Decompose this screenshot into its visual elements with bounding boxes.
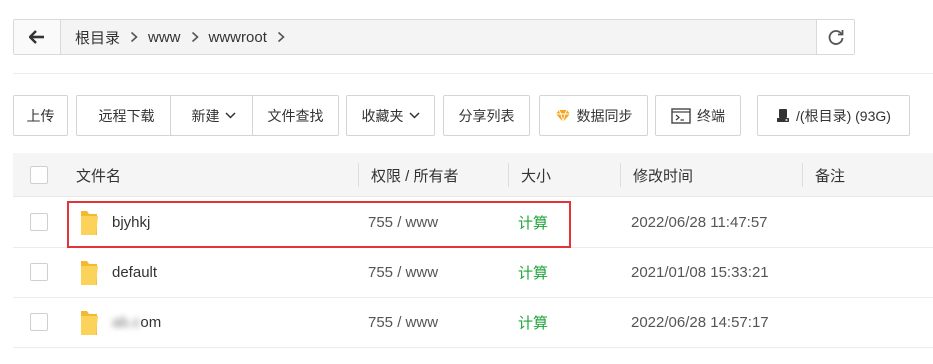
modified-time: 2021/01/08 15:33:21 [631, 264, 769, 281]
header-filename[interactable]: 文件名 [76, 153, 121, 197]
header-size[interactable]: 大小 [521, 153, 551, 197]
size-calc-link[interactable]: 计算 [518, 248, 548, 297]
disk-button[interactable]: /(根目录) (93G) [757, 95, 910, 136]
file-name-cell[interactable]: default [78, 248, 157, 297]
remote-download-button[interactable]: 远程下载 [76, 95, 177, 136]
row-checkbox[interactable] [30, 313, 48, 331]
terminal-icon [671, 107, 691, 124]
file-name-visible: om [140, 314, 162, 331]
file-name: ab.com [112, 314, 161, 331]
share-list-button[interactable]: 分享列表 [443, 95, 530, 136]
breadcrumb-item-wwwroot[interactable]: wwwroot [203, 29, 273, 46]
table-row[interactable]: default 755 / www 计算 2021/01/08 15:33:21 [13, 248, 933, 298]
file-name-cell[interactable]: ab.com [78, 298, 161, 347]
arrow-left-icon [29, 30, 44, 44]
permission-cell[interactable]: 755 / www [368, 198, 438, 247]
permission-cell[interactable]: 755 / www [368, 248, 438, 297]
header-modified[interactable]: 修改时间 [633, 153, 693, 197]
column-divider [802, 163, 803, 187]
modified-time: 2022/06/28 11:47:57 [631, 214, 768, 231]
permission-cell[interactable]: 755 / www [368, 298, 438, 347]
column-divider [358, 163, 359, 187]
column-divider [508, 163, 509, 187]
breadcrumb: 根目录 www wwwroot [61, 20, 816, 54]
back-button[interactable] [14, 20, 61, 54]
folder-icon [81, 210, 98, 235]
size-calc-link[interactable]: 计算 [518, 198, 548, 247]
breadcrumb-item-root[interactable]: 根目录 [69, 27, 126, 48]
folder-icon [81, 260, 98, 285]
modified-time: 2022/06/28 14:57:17 [631, 314, 769, 331]
favorites-button[interactable]: 收藏夹 [346, 95, 435, 136]
data-sync-button[interactable]: 数据同步 [539, 95, 648, 136]
chevron-down-icon [224, 112, 236, 119]
file-search-label: 文件查找 [267, 107, 324, 124]
column-divider [620, 163, 621, 187]
file-name: default [112, 264, 158, 281]
header-permission[interactable]: 权限 / 所有者 [371, 153, 459, 197]
favorites-label: 收藏夹 [361, 107, 404, 124]
chevron-right-icon [126, 31, 142, 43]
divider [13, 73, 933, 74]
path-bar: 根目录 www wwwroot [13, 19, 855, 55]
disk-icon [776, 108, 790, 123]
table-row[interactable]: bjyhkj 755 / www 计算 2022/06/28 11:47:57 [13, 198, 933, 248]
chevron-right-icon [187, 31, 203, 43]
row-checkbox[interactable] [30, 213, 48, 231]
remote-download-label: 远程下载 [98, 107, 155, 124]
upload-button[interactable]: 上传 [13, 95, 68, 136]
upload-label: 上传 [26, 107, 55, 124]
file-name-cell[interactable]: bjyhkj [78, 198, 150, 247]
table-row[interactable]: ab.com 755 / www 计算 2022/06/28 14:57:17 [13, 298, 933, 348]
new-button[interactable]: 新建 [170, 95, 257, 136]
refresh-icon [828, 30, 843, 45]
header-remark: 备注 [815, 167, 846, 185]
share-list-label: 分享列表 [458, 107, 515, 124]
diamond-icon [555, 109, 571, 123]
terminal-button[interactable]: 终端 [655, 95, 741, 136]
size-calc-link[interactable]: 计算 [518, 298, 548, 347]
terminal-label: 终端 [697, 107, 725, 124]
row-checkbox[interactable] [30, 263, 48, 281]
disk-label: /(根目录) (93G) [796, 107, 891, 124]
table-header: 文件名 权限 / 所有者 大小 修改时间 备注 [13, 153, 933, 197]
chevron-right-icon [273, 31, 289, 43]
blurred-name-prefix: ab.c [112, 314, 141, 331]
breadcrumb-item-www[interactable]: www [142, 29, 187, 46]
file-name: bjyhkj [112, 214, 151, 231]
chevron-down-icon [408, 112, 420, 119]
folder-icon [81, 310, 98, 335]
refresh-button[interactable] [816, 20, 854, 54]
file-search-button[interactable]: 文件查找 [252, 95, 339, 136]
select-all-checkbox[interactable] [30, 166, 48, 184]
data-sync-label: 数据同步 [576, 107, 633, 124]
new-label: 新建 [191, 107, 220, 124]
